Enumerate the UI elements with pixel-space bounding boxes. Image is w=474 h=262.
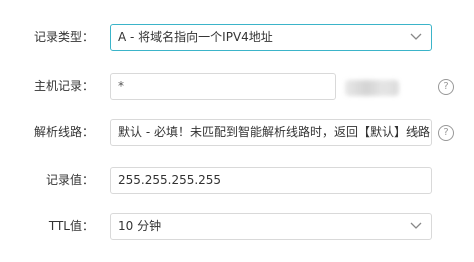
record-value-label: 记录值： — [45, 173, 94, 187]
ttl-select[interactable]: 10 分钟 — [110, 213, 432, 240]
help-circle-icon[interactable]: ? — [438, 79, 454, 95]
record-value-text: 255.255.255.255 — [118, 173, 222, 187]
resolution-line-value: 默认 - 必填！未匹配到智能解析线路时，返回【默认】线路… — [118, 125, 432, 139]
chevron-down-icon — [410, 222, 422, 229]
record-type-label: 记录类型： — [33, 30, 94, 44]
domain-suffix-blurred — [345, 80, 399, 96]
host-record-input[interactable]: * — [110, 73, 336, 100]
record-type-value: A - 将域名指向一个IPV4地址 — [118, 30, 273, 44]
ttl-label: TTL值： — [48, 219, 94, 233]
resolution-line-label: 解析线路： — [33, 125, 94, 139]
dns-record-form: 记录类型： A - 将域名指向一个IPV4地址 主机记录： * ? 解析线路： … — [0, 0, 474, 262]
host-record-label: 主机记录： — [33, 79, 94, 93]
record-type-select[interactable]: A - 将域名指向一个IPV4地址 — [110, 24, 432, 51]
host-record-value: * — [118, 79, 124, 93]
chevron-down-icon — [410, 33, 422, 40]
ttl-value: 10 分钟 — [118, 219, 162, 233]
record-value-input[interactable]: 255.255.255.255 — [110, 167, 432, 194]
help-circle-icon[interactable]: ? — [438, 125, 454, 141]
resolution-line-select[interactable]: 默认 - 必填！未匹配到智能解析线路时，返回【默认】线路… — [110, 119, 432, 146]
chevron-down-icon — [410, 128, 422, 135]
